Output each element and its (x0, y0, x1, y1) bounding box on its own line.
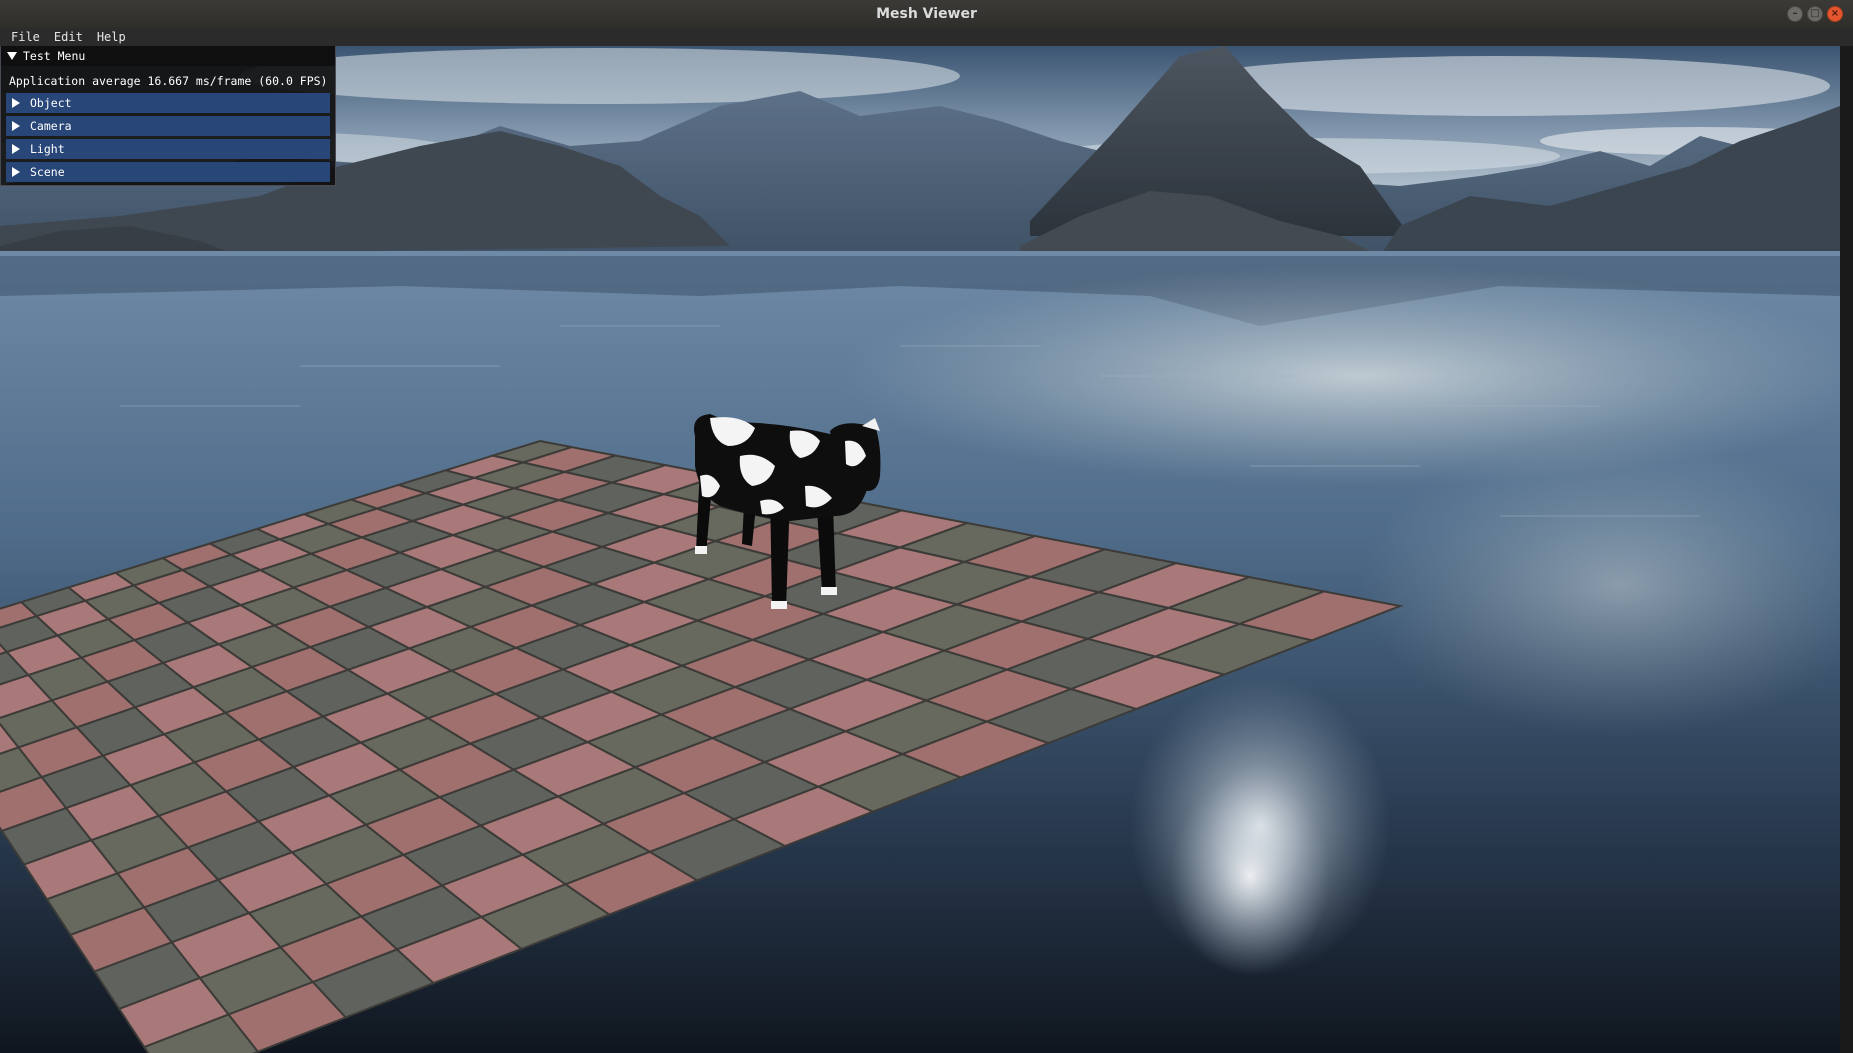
title-bar[interactable]: Mesh Viewer – □ × (0, 0, 1853, 28)
header-scene[interactable]: Scene (6, 162, 330, 182)
close-button[interactable]: × (1827, 6, 1843, 22)
minimize-button[interactable]: – (1787, 6, 1803, 22)
collapse-arrow-icon[interactable] (7, 52, 17, 60)
render-viewport[interactable] (0, 46, 1840, 1053)
minimize-icon: – (1792, 8, 1798, 19)
test-menu-title: Test Menu (23, 49, 86, 63)
menu-help[interactable]: Help (90, 28, 133, 46)
scene-canvas (0, 46, 1840, 1053)
menu-bar: File Edit Help (0, 28, 1853, 46)
window-title: Mesh Viewer (876, 6, 977, 22)
app-window: Mesh Viewer – □ × File Edit Help Test Me… (0, 0, 1853, 1053)
header-camera-label: Camera (30, 119, 72, 133)
header-camera[interactable]: Camera (6, 116, 330, 136)
test-menu-panel: Test Menu Application average 16.667 ms/… (0, 46, 336, 186)
header-light[interactable]: Light (6, 139, 330, 159)
header-object[interactable]: Object (6, 93, 330, 113)
expand-arrow-icon (12, 167, 20, 177)
header-light-label: Light (30, 142, 65, 156)
header-scene-label: Scene (30, 165, 65, 179)
menu-edit[interactable]: Edit (47, 28, 90, 46)
expand-arrow-icon (12, 98, 20, 108)
maximize-button[interactable]: □ (1807, 6, 1823, 22)
test-menu-titlebar[interactable]: Test Menu (1, 46, 335, 66)
expand-arrow-icon (12, 121, 20, 131)
maximize-icon: □ (1810, 8, 1820, 19)
header-object-label: Object (30, 96, 72, 110)
perf-readout: Application average 16.667 ms/frame (60.… (9, 74, 328, 88)
window-controls: – □ × (1787, 6, 1843, 22)
menu-file[interactable]: File (4, 28, 47, 46)
expand-arrow-icon (12, 144, 20, 154)
window-border (1840, 46, 1853, 1053)
sun-glare-core (1170, 776, 1330, 976)
close-icon: × (1830, 8, 1840, 19)
